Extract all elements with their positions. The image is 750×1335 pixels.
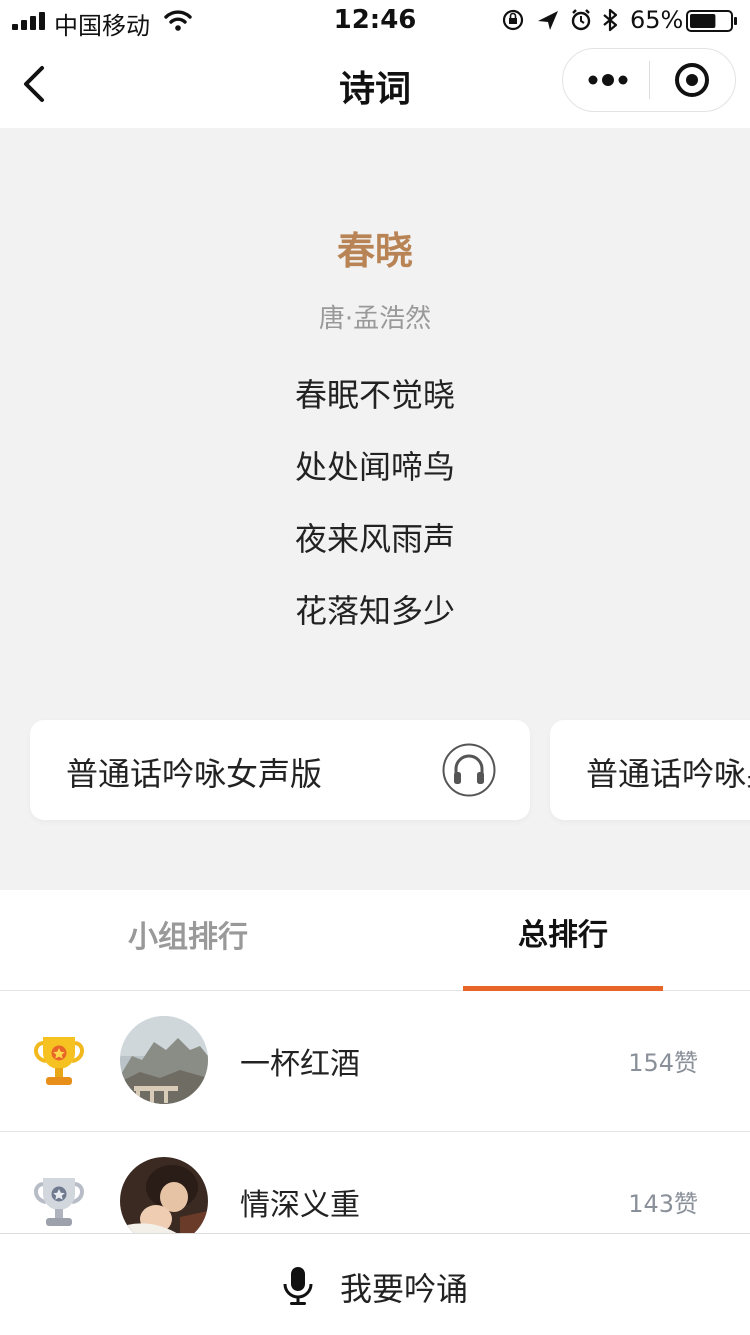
- ranking-tabs: 小组排行 总排行: [0, 890, 750, 992]
- target-icon[interactable]: [673, 61, 711, 99]
- status-bar: 中国移动 12:46 65%: [0, 0, 750, 40]
- recite-button-label: 我要吟诵: [340, 1270, 469, 1308]
- avatar[interactable]: [120, 1157, 208, 1245]
- more-icon[interactable]: [587, 68, 629, 92]
- battery-icon: [686, 10, 737, 32]
- capsule-divider: [649, 61, 650, 99]
- ranking-likes: 143赞: [628, 1190, 698, 1218]
- tab-total-ranking[interactable]: 总排行: [463, 890, 663, 990]
- ranking-user-name: 一杯红酒: [240, 1047, 360, 1082]
- bluetooth-icon: [603, 8, 618, 32]
- ranking-user-name: 情深义重: [240, 1188, 360, 1223]
- ranking-row[interactable]: 一杯红酒 154赞: [0, 991, 750, 1132]
- recite-button[interactable]: 我要吟诵: [0, 1233, 750, 1335]
- status-icons: [502, 8, 618, 32]
- ranking-likes: 154赞: [628, 1049, 698, 1077]
- tab-group-ranking[interactable]: 小组排行: [88, 890, 288, 990]
- gold-trophy-icon: [34, 1037, 84, 1085]
- poem-author: 唐·孟浩然: [318, 304, 432, 334]
- audio-card-label: 普通话吟咏男声版: [586, 755, 750, 793]
- headphones-icon[interactable]: [442, 743, 496, 797]
- poem-line: 夜来风雨声: [294, 520, 455, 558]
- battery-percent: 65%: [630, 6, 684, 34]
- poem-line: 花落知多少: [294, 592, 455, 630]
- alarm-icon: [571, 9, 591, 31]
- lock-rotation-icon: [502, 9, 524, 31]
- audio-card-label: 普通话吟咏女声版: [66, 755, 323, 793]
- microphone-icon: [283, 1267, 313, 1305]
- audio-card-male[interactable]: 普通话吟咏男声版: [550, 720, 750, 820]
- avatar[interactable]: [120, 1016, 208, 1104]
- silver-trophy-icon: [34, 1178, 84, 1226]
- menu-capsule: [562, 48, 736, 112]
- poem-line: 处处闻啼鸟: [294, 448, 455, 486]
- location-icon: [538, 11, 558, 30]
- poem-title: 春晓: [336, 229, 413, 273]
- nav-bar: 诗词: [0, 40, 750, 128]
- poem-line: 春眠不觉晓: [294, 376, 455, 414]
- audio-card-female[interactable]: 普通话吟咏女声版: [30, 720, 530, 820]
